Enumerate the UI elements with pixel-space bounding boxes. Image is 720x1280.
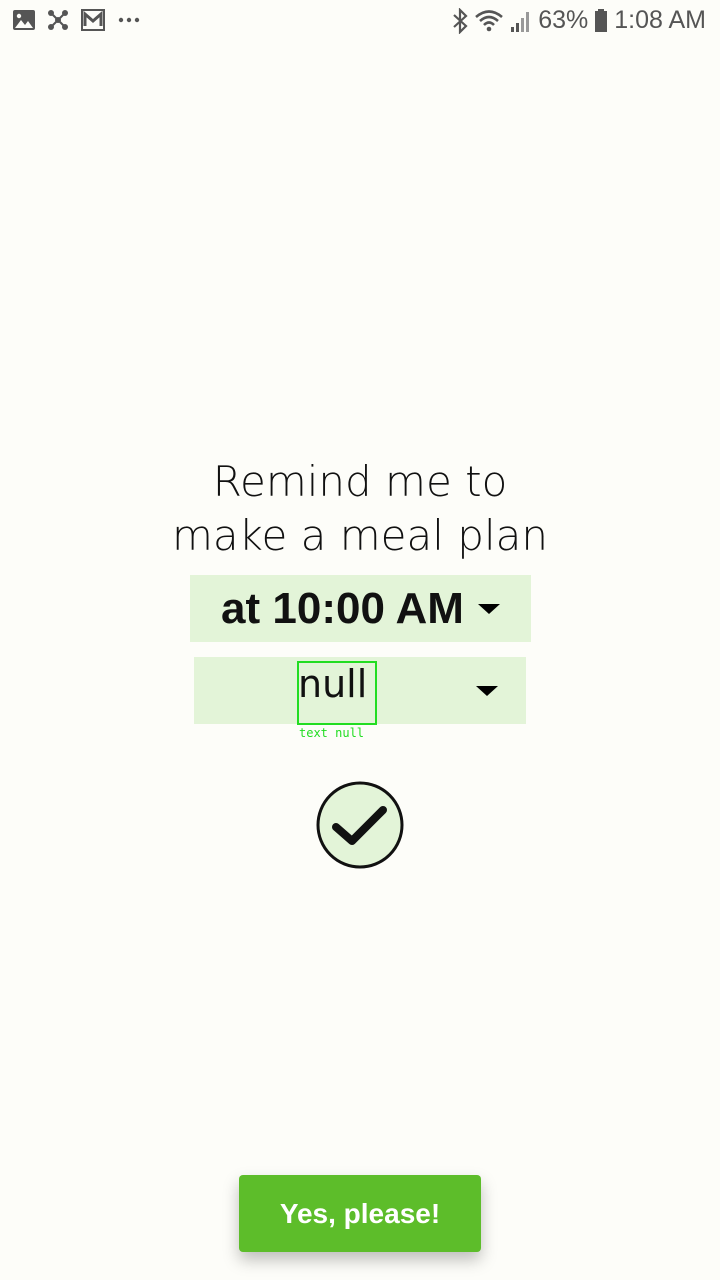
battery-icon <box>594 8 608 34</box>
yes-please-button[interactable]: Yes, please! <box>239 1175 481 1252</box>
wifi-icon <box>474 8 504 34</box>
time-value: at 10:00 AM <box>221 583 464 633</box>
caret-down-icon <box>477 603 500 614</box>
reminder-title: Remind me to make a meal plan <box>0 455 720 563</box>
confirm-check-button[interactable] <box>316 781 404 869</box>
network-icon <box>46 8 70 32</box>
signal-icon <box>510 8 532 34</box>
status-left-icons <box>12 8 142 32</box>
reminder-title-line-1: Remind me to <box>212 457 508 506</box>
status-right-icons: 63% 1:08 AM <box>452 6 706 35</box>
battery-percent: 63% <box>538 6 589 34</box>
bluetooth-icon <box>452 7 468 34</box>
screen: 63% 1:08 AM Remind me to make a meal pla… <box>0 0 720 1280</box>
time-dropdown[interactable]: at 10:00 AM <box>190 575 531 642</box>
status-bar: 63% 1:08 AM <box>0 0 720 44</box>
more-icon <box>116 8 142 32</box>
debug-highlight-box <box>297 661 377 725</box>
debug-label: text null <box>299 726 365 740</box>
reminder-title-line-2: make a meal plan <box>172 511 548 560</box>
clock: 1:08 AM <box>614 6 706 34</box>
image-icon <box>12 8 36 32</box>
checkmark-icon <box>316 781 404 869</box>
day-dropdown[interactable]: null <box>194 657 526 725</box>
gmail-icon <box>80 8 106 32</box>
caret-down-icon <box>476 686 498 696</box>
